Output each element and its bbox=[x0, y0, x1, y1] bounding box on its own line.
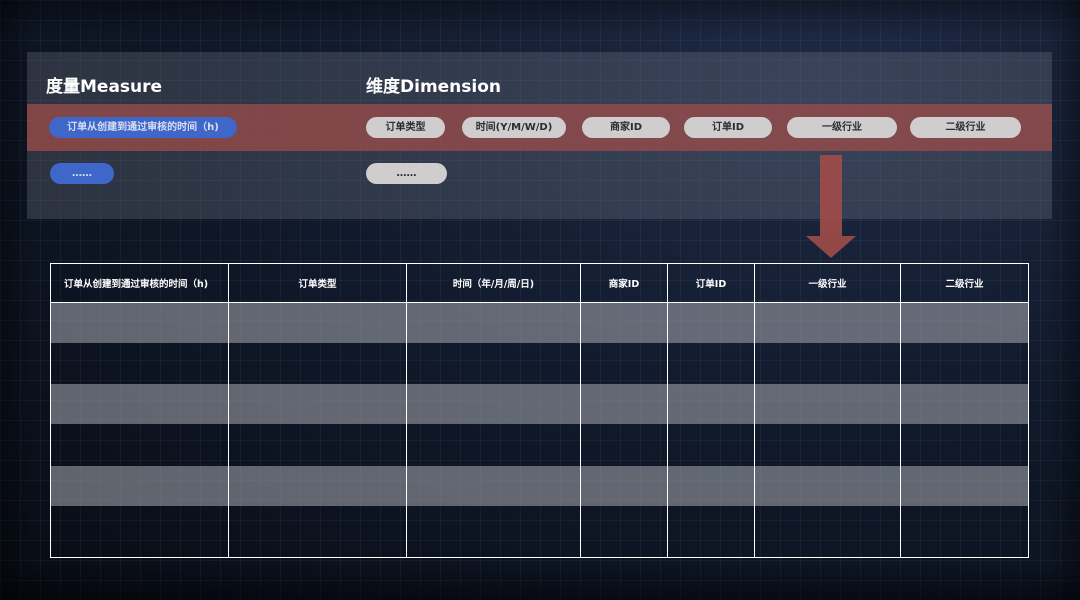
table-cell bbox=[900, 302, 1029, 344]
table-cell bbox=[228, 343, 407, 384]
table-cell bbox=[406, 504, 581, 558]
table-row bbox=[50, 302, 1029, 344]
table-cell bbox=[406, 383, 581, 424]
table-cell bbox=[406, 343, 581, 384]
table-cell bbox=[900, 343, 1029, 384]
dimension-pill-level2-industry[interactable]: 二级行业 bbox=[910, 117, 1021, 138]
table-cell bbox=[900, 464, 1029, 505]
table-cell bbox=[50, 423, 229, 465]
table-cell bbox=[50, 504, 229, 558]
table-cell bbox=[580, 464, 668, 505]
table-row bbox=[50, 423, 1029, 465]
column-header-level2-industry: 二级行业 bbox=[900, 263, 1029, 303]
dimension-pill-order-type[interactable]: 订单类型 bbox=[366, 117, 445, 138]
table-row bbox=[50, 464, 1029, 505]
table-cell bbox=[50, 464, 229, 505]
table-cell bbox=[228, 464, 407, 505]
table-row bbox=[50, 383, 1029, 424]
measure-pill-order-audit-time[interactable]: 订单从创建到通过审核的时间（h) bbox=[49, 117, 237, 138]
table-cell bbox=[228, 383, 407, 424]
column-header-level1-industry: 一级行业 bbox=[754, 263, 901, 303]
table-cell bbox=[754, 383, 901, 424]
table-row bbox=[50, 504, 1029, 558]
table-cell bbox=[754, 504, 901, 558]
table-cell bbox=[580, 383, 668, 424]
table-cell bbox=[754, 302, 901, 344]
table-cell bbox=[667, 383, 755, 424]
arrow-down-icon bbox=[806, 155, 856, 258]
table-cell bbox=[406, 302, 581, 344]
dimension-pill-level1-industry[interactable]: 一级行业 bbox=[787, 117, 897, 138]
measure-pill-more[interactable]: …… bbox=[50, 163, 114, 184]
table-cell bbox=[900, 383, 1029, 424]
column-header-time: 时间（年/月/周/日) bbox=[406, 263, 581, 303]
table-cell bbox=[900, 504, 1029, 558]
column-header-order-type: 订单类型 bbox=[228, 263, 407, 303]
table-row bbox=[50, 343, 1029, 384]
table-cell bbox=[50, 343, 229, 384]
table-cell bbox=[406, 464, 581, 505]
table-cell bbox=[228, 504, 407, 558]
dimension-heading: 维度Dimension bbox=[366, 77, 502, 97]
table-cell bbox=[667, 464, 755, 505]
dimension-pill-order-id[interactable]: 订单ID bbox=[684, 117, 772, 138]
table-cell bbox=[580, 504, 668, 558]
table-cell bbox=[754, 343, 901, 384]
table-cell bbox=[667, 423, 755, 465]
measure-heading: 度量Measure bbox=[46, 77, 163, 97]
table-cell bbox=[50, 302, 229, 344]
table-header-row: 订单从创建到通过审核的时间（h) 订单类型 时间（年/月/周/日) 商家ID 订… bbox=[50, 263, 1029, 303]
table-cell bbox=[580, 343, 668, 384]
column-header-order-audit-time: 订单从创建到通过审核的时间（h) bbox=[50, 263, 229, 303]
table-cell bbox=[228, 302, 407, 344]
table-cell bbox=[580, 423, 668, 465]
table-cell bbox=[50, 383, 229, 424]
dimension-pill-merchant-id[interactable]: 商家ID bbox=[582, 117, 670, 138]
table-cell bbox=[667, 504, 755, 558]
dimension-pill-time[interactable]: 时间(Y/M/W/D) bbox=[462, 117, 566, 138]
table-cell bbox=[754, 423, 901, 465]
table-cell bbox=[667, 302, 755, 344]
table-cell bbox=[580, 302, 668, 344]
column-header-order-id: 订单ID bbox=[667, 263, 755, 303]
table-cell bbox=[754, 464, 901, 505]
table-cell bbox=[900, 423, 1029, 465]
dimension-pill-more[interactable]: …… bbox=[366, 163, 447, 184]
table-cell bbox=[667, 343, 755, 384]
table-cell bbox=[406, 423, 581, 465]
table-cell bbox=[228, 423, 407, 465]
result-table: 订单从创建到通过审核的时间（h) 订单类型 时间（年/月/周/日) 商家ID 订… bbox=[50, 263, 1029, 558]
column-header-merchant-id: 商家ID bbox=[580, 263, 668, 303]
